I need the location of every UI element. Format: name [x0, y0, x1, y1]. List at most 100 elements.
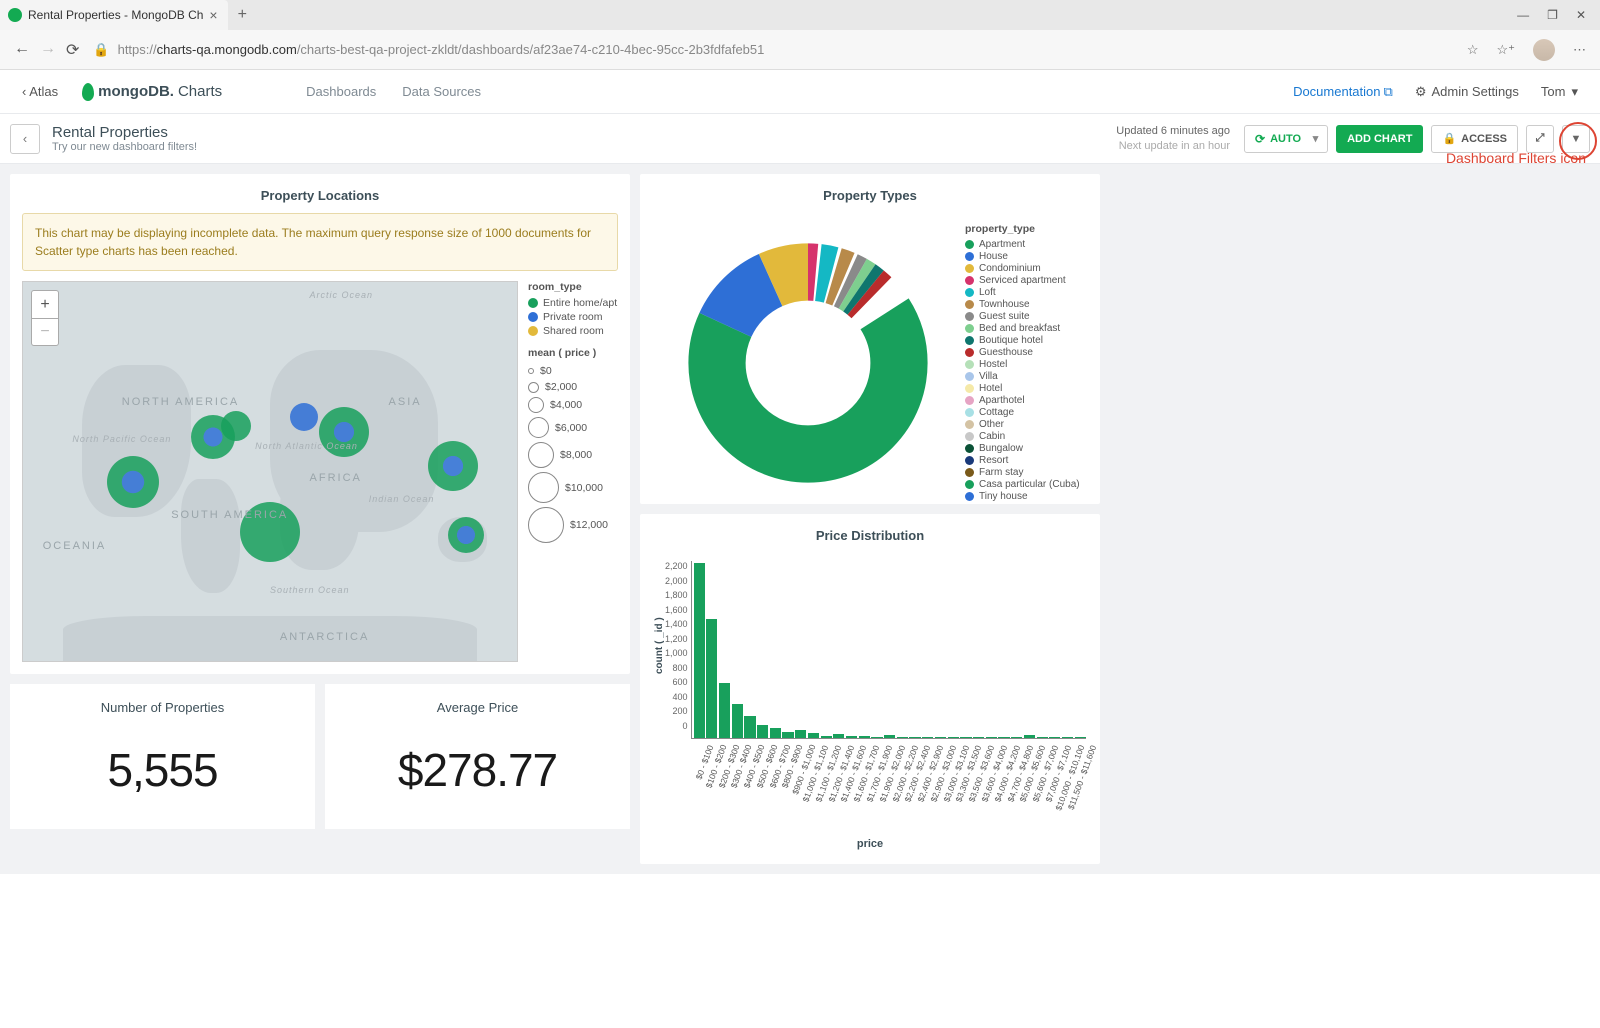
property-locations-chart[interactable]: Property Locations This chart may be dis… — [10, 174, 630, 674]
star-outline-icon[interactable]: ☆ — [1467, 42, 1479, 58]
legend-size-item: $12,000 — [528, 507, 618, 543]
dashboard-subtitle: Try our new dashboard filters! — [52, 141, 197, 153]
legend-title: room_type — [528, 281, 618, 293]
leaf-icon — [82, 83, 94, 101]
auto-refresh-button[interactable]: ⟳ AUTO — [1244, 125, 1312, 153]
bar — [998, 737, 1009, 738]
more-icon[interactable]: ⋯ — [1573, 42, 1586, 58]
address-bar: ← → ⟳ 🔒 https://charts-qa.mongodb.com/ch… — [0, 30, 1600, 70]
window-controls: — ❐ ✕ — [1517, 8, 1600, 22]
legend-item: Shared room — [528, 325, 618, 337]
favorites-icon[interactable]: ☆⁺ — [1496, 42, 1515, 58]
legend-item: Entire home/apt — [528, 297, 618, 309]
browser-window: Rental Properties - MongoDB Ch × + — ❐ ✕… — [0, 0, 1600, 70]
bar — [1024, 735, 1035, 738]
donut-area — [640, 213, 965, 513]
map-area: + − — [22, 281, 618, 662]
back-button[interactable]: ‹ — [10, 124, 40, 154]
chart-title: Property Types — [640, 174, 1100, 213]
close-window-icon[interactable]: ✕ — [1576, 8, 1586, 22]
refresh-icon: ⟳ — [1255, 132, 1265, 146]
warning-message: This chart may be displaying incomplete … — [22, 213, 618, 271]
legend-size-title: mean ( price ) — [528, 347, 618, 359]
kpi-row: Number of Properties 5,555 Average Price… — [10, 684, 630, 829]
kpi-title: Average Price — [325, 684, 630, 715]
number-of-properties-card[interactable]: Number of Properties 5,555 — [10, 684, 315, 829]
left-column: Property Locations This chart may be dis… — [10, 174, 630, 864]
legend-item: Boutique hotel — [965, 335, 1092, 346]
bar — [694, 563, 705, 738]
profile-avatar[interactable] — [1533, 39, 1555, 61]
last-updated: Updated 6 minutes ago — [1116, 124, 1230, 138]
donut-svg — [678, 233, 938, 493]
legend-item: Casa particular (Cuba) — [965, 479, 1092, 490]
property-types-chart[interactable]: Property Types — [640, 174, 1100, 504]
forward-icon: → — [40, 40, 56, 60]
legend-item: Cottage — [965, 407, 1092, 418]
bar — [782, 732, 793, 738]
bar — [948, 737, 959, 738]
back-to-atlas-link[interactable]: Atlas — [22, 84, 58, 99]
dashboard-toolbar: ‹ Rental Properties Try our new dashboar… — [0, 114, 1600, 164]
url-text: https://charts-qa.mongodb.com/charts-bes… — [118, 42, 765, 57]
x-ticks: $0 - $100$100 - $200$200 - $300$300 - $4… — [654, 743, 1086, 834]
titlebar: Rental Properties - MongoDB Ch × + — ❐ ✕ — [0, 0, 1600, 30]
access-button[interactable]: 🔒 ACCESS — [1431, 125, 1518, 153]
bar — [1049, 737, 1060, 738]
bar — [795, 730, 806, 738]
refresh-icon[interactable]: ⟳ — [66, 40, 79, 60]
zoom-controls: + − — [31, 290, 59, 346]
bar — [897, 737, 908, 738]
world-map[interactable]: + − — [22, 281, 518, 662]
next-update: Next update in an hour — [1116, 139, 1230, 153]
user-menu[interactable]: Tom ▾ — [1541, 84, 1578, 100]
documentation-link[interactable]: Documentation⧉ — [1293, 84, 1393, 100]
zoom-out-button[interactable]: − — [31, 318, 59, 346]
bar — [1062, 737, 1073, 738]
price-distribution-chart[interactable]: Price Distribution count ( _id ) 2,2002,… — [640, 514, 1100, 864]
legend-size-item: $6,000 — [528, 417, 618, 438]
bar — [922, 737, 933, 738]
bar — [986, 737, 997, 738]
bar — [973, 737, 984, 738]
minimize-icon[interactable]: — — [1517, 8, 1529, 22]
bar — [909, 737, 920, 738]
lock-icon: 🔒 — [1442, 132, 1456, 145]
bar — [1075, 737, 1086, 738]
legend-item: Hostel — [965, 359, 1092, 370]
bar-chart-area: count ( _id ) 2,2002,0001,8001,6001,4001… — [654, 553, 1086, 739]
legend-size-item: $0 — [528, 365, 618, 377]
url-field[interactable]: 🔒 https://charts-qa.mongodb.com/charts-b… — [93, 42, 1452, 58]
maximize-icon[interactable]: ❐ — [1547, 8, 1558, 22]
bar — [808, 733, 819, 738]
browser-tab[interactable]: Rental Properties - MongoDB Ch × — [0, 0, 228, 30]
new-tab-button[interactable]: + — [228, 6, 257, 24]
zoom-in-button[interactable]: + — [31, 290, 59, 318]
nav-links: Dashboards Data Sources — [306, 84, 481, 99]
legend-item: Resort — [965, 455, 1092, 466]
admin-settings-link[interactable]: ⚙ Admin Settings — [1415, 84, 1519, 100]
nav-dashboards[interactable]: Dashboards — [306, 84, 376, 99]
bar — [1011, 737, 1022, 738]
bar — [732, 704, 743, 738]
external-link-icon: ⧉ — [1384, 84, 1393, 99]
nav-arrows: ← → ⟳ — [14, 40, 79, 60]
back-icon[interactable]: ← — [14, 40, 30, 60]
auto-refresh-dropdown[interactable]: ▾ — [1304, 125, 1328, 153]
average-price-card[interactable]: Average Price $278.77 — [325, 684, 630, 829]
legend-item: Hotel — [965, 383, 1092, 394]
nav-data-sources[interactable]: Data Sources — [402, 84, 481, 99]
filter-icon: ▼ — [1571, 133, 1582, 145]
y-axis-label: count ( _id ) — [654, 553, 665, 739]
bars-plot — [691, 561, 1086, 739]
tab-favicon — [8, 8, 22, 22]
tab-close-icon[interactable]: × — [209, 7, 217, 23]
bar — [706, 619, 717, 738]
legend-item: Cabin — [965, 431, 1092, 442]
dashboard-title: Rental Properties — [52, 124, 197, 141]
dashboard-filters-button[interactable]: ▼ — [1562, 125, 1590, 153]
add-chart-button[interactable]: ADD CHART — [1336, 125, 1423, 153]
fullscreen-button[interactable]: ⤢ — [1526, 125, 1554, 153]
legend-size-item: $8,000 — [528, 442, 618, 468]
right-column: Property Types — [640, 174, 1100, 864]
